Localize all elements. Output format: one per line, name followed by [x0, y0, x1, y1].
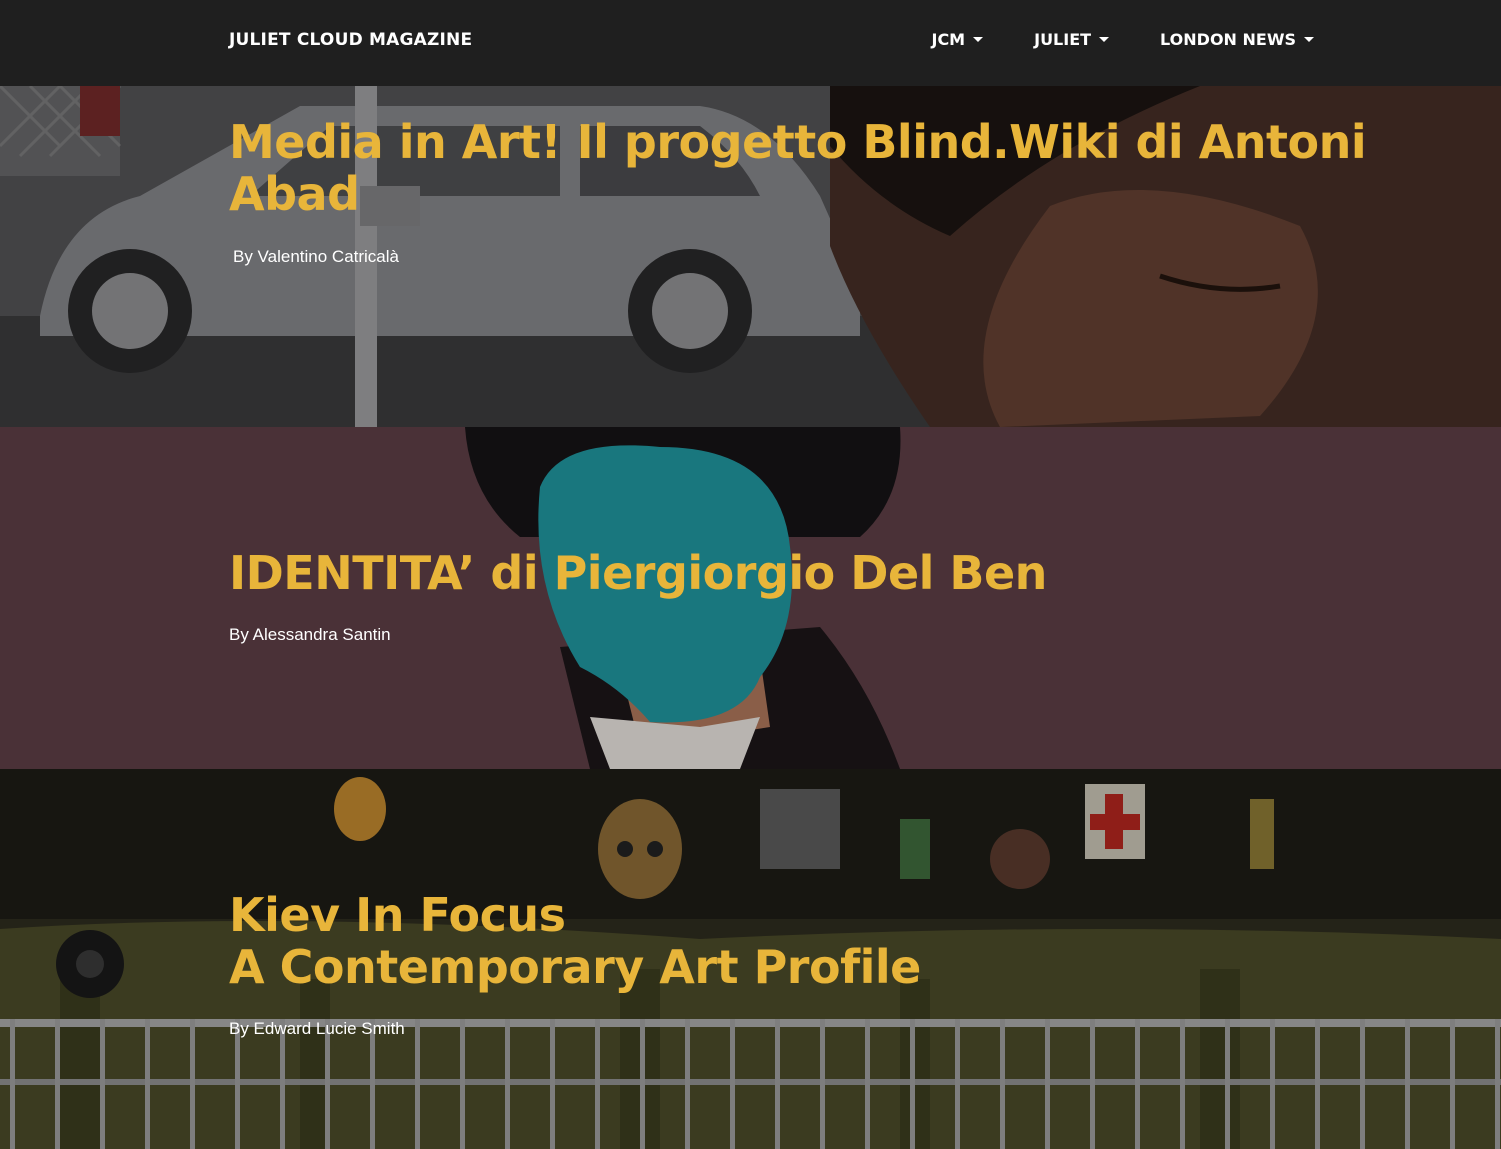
article-author: By Alessandra Santin	[229, 625, 391, 644]
article-hero-3[interactable]: Kiev In Focus A Contemporary Art Profile…	[0, 769, 1501, 1149]
nav-menu: JCM JULIET LONDON NEWS	[931, 30, 1314, 49]
article-title[interactable]: Media in Art! Il progetto Blind.Wiki di …	[229, 116, 1501, 220]
nav-item-label: JCM	[931, 30, 966, 49]
top-navbar: JULIET CLOUD MAGAZINE JCM JULIET LONDON …	[0, 0, 1501, 86]
article-title[interactable]: IDENTITA’ di Piergiorgio Del Ben	[229, 547, 1047, 599]
article-title[interactable]: Kiev In Focus A Contemporary Art Profile	[229, 889, 921, 993]
chevron-down-icon	[1304, 37, 1314, 42]
chevron-down-icon	[973, 37, 984, 42]
nav-item-juliet[interactable]: JULIET	[1034, 30, 1110, 49]
nav-item-jcm[interactable]: JCM	[931, 30, 984, 49]
article-hero-1[interactable]: Media in Art! Il progetto Blind.Wiki di …	[0, 86, 1501, 427]
article-author: By Edward Lucie Smith	[229, 1019, 405, 1038]
nav-item-label: JULIET	[1034, 30, 1092, 49]
article-hero-2[interactable]: IDENTITA’ di Piergiorgio Del Ben By Ales…	[0, 427, 1501, 769]
article-author: By Valentino Catricalà	[233, 247, 399, 266]
chevron-down-icon	[1099, 37, 1110, 42]
nav-item-london-news[interactable]: LONDON NEWS	[1160, 30, 1314, 49]
brand-link[interactable]: JULIET CLOUD MAGAZINE	[229, 30, 472, 50]
nav-item-label: LONDON NEWS	[1160, 30, 1296, 49]
